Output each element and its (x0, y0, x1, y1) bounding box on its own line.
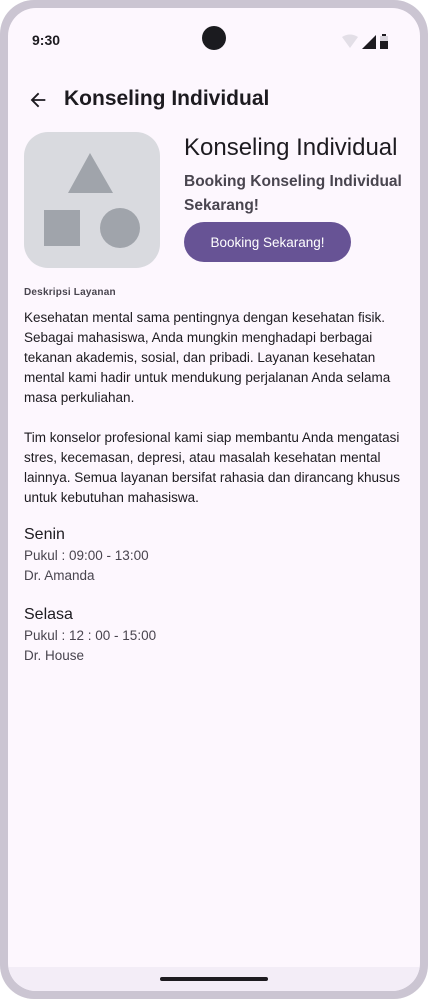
battery-icon (380, 34, 388, 49)
shapes-placeholder-icon (44, 153, 140, 248)
arrow-left-icon (30, 92, 46, 108)
schedule-day: Senin (24, 526, 65, 543)
back-button[interactable] (22, 84, 54, 116)
gesture-nav-bar (8, 967, 420, 991)
status-time: 9:30 (32, 32, 61, 48)
description-text: Kesehatan mental sama pentingnya dengan … (24, 308, 408, 508)
schedule-day: Selasa (24, 606, 73, 623)
top-app-bar: Konseling Individual (8, 72, 420, 128)
phone-frame: 9:30 Konseling Individual Konseling Indi… (0, 0, 428, 999)
booking-button[interactable]: Booking Sekarang! (184, 222, 351, 262)
app-screen: 9:30 Konseling Individual Konseling Indi… (8, 8, 420, 991)
description-paragraph: Kesehatan mental sama pentingnya dengan … (24, 310, 391, 405)
service-title: Konseling Individual (184, 134, 398, 161)
schedule-doctor: Dr. House (24, 648, 85, 663)
status-bar: 9:30 (8, 8, 420, 72)
service-subtitle: Booking Konseling Individual Sekarang! (184, 173, 402, 214)
description-label: Deskripsi Layanan (24, 287, 116, 298)
wifi-icon (342, 34, 358, 48)
service-image (24, 132, 160, 268)
schedule-time: Pukul : 12 : 00 - 15:00 (24, 628, 157, 643)
status-icons (342, 34, 388, 49)
camera-cutout (202, 26, 226, 50)
schedule-time: Pukul : 09:00 - 13:00 (24, 548, 149, 563)
schedule-item: Selasa Pukul : 12 : 00 - 15:00 Dr. House (24, 604, 404, 666)
home-handle[interactable] (160, 977, 268, 981)
schedule-item: Senin Pukul : 09:00 - 13:00 Dr. Amanda (24, 524, 404, 586)
page-title: Konseling Individual (64, 87, 270, 110)
description-paragraph: Tim konselor profesional kami siap memba… (24, 430, 400, 505)
cellular-signal-icon (362, 35, 376, 49)
schedule-doctor: Dr. Amanda (24, 568, 95, 583)
